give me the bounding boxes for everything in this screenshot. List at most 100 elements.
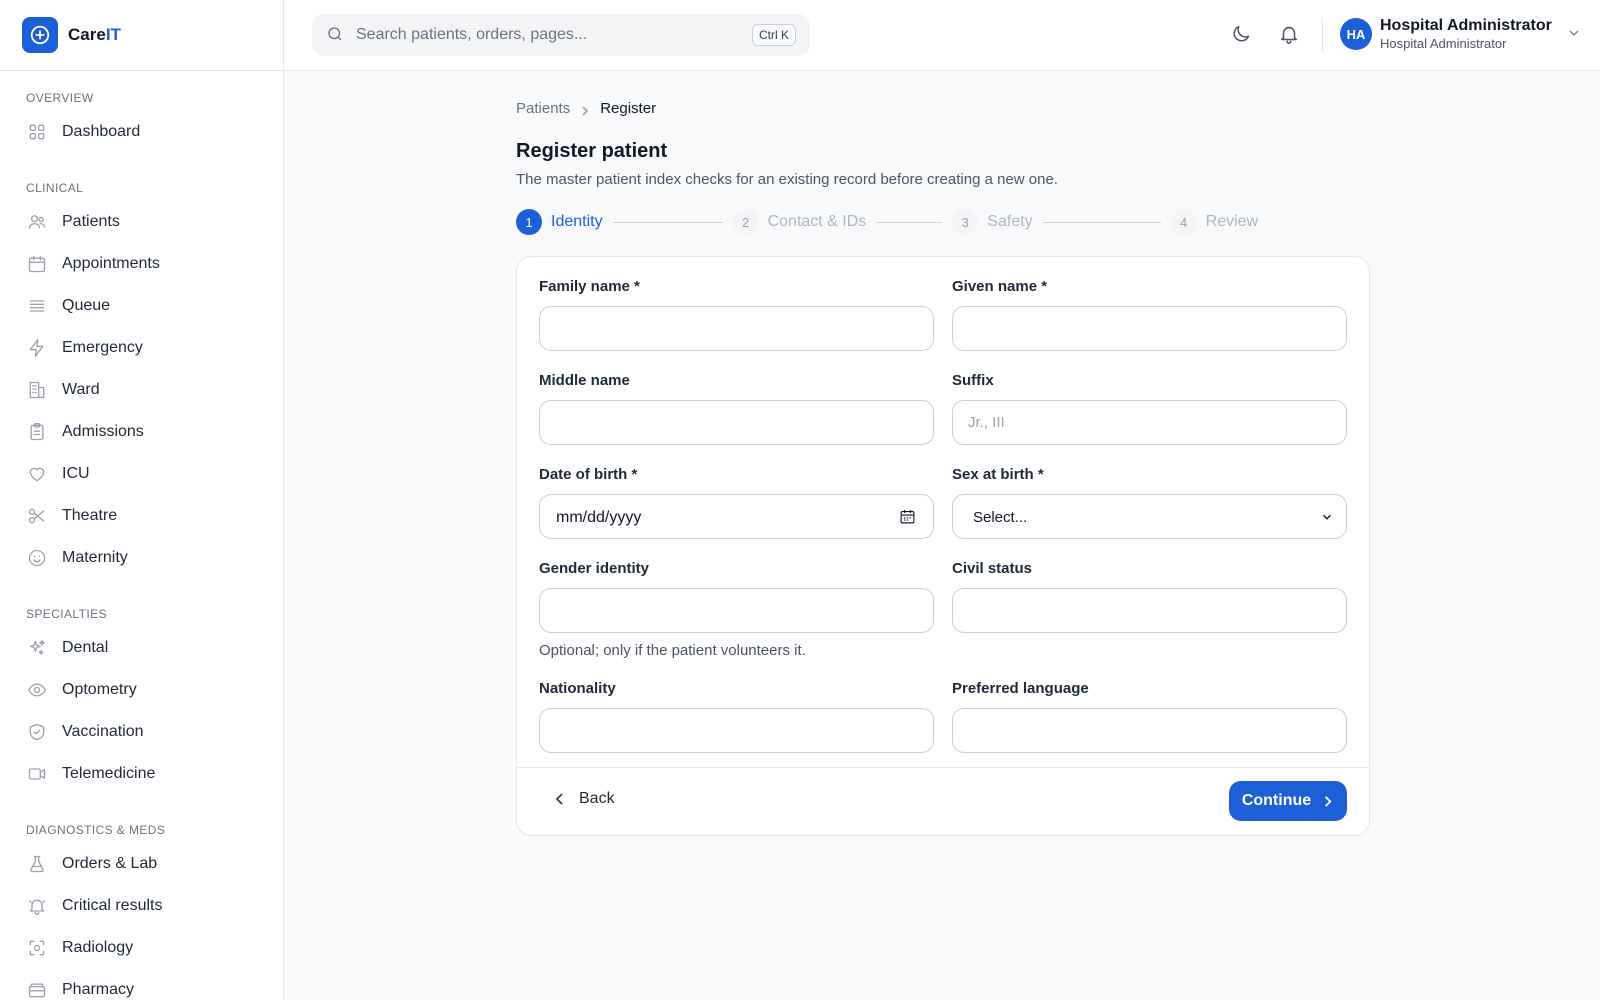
sidebar-item-queue[interactable]: Queue: [0, 285, 283, 327]
step-safety[interactable]: 3 Safety: [952, 209, 1033, 235]
middle-name-label: Middle name: [539, 372, 630, 389]
sidebar-item-optometry[interactable]: Optometry: [0, 669, 283, 711]
sidebar-item-critical-results[interactable]: Critical results: [0, 885, 283, 927]
middle-name-input[interactable]: [539, 400, 934, 445]
sidebar-item-ward[interactable]: Ward: [0, 369, 283, 411]
chevron-left-icon: [555, 793, 563, 805]
preferred-language-input[interactable]: [952, 708, 1347, 753]
step-label: Contact & IDs: [767, 213, 867, 230]
chevron-right-icon: [1325, 795, 1332, 807]
sidebar-item-label: Optometry: [62, 681, 137, 698]
sidebar-item-label: ICU: [62, 465, 90, 482]
sidebar-item-label: Admissions: [62, 423, 144, 440]
bell-icon[interactable]: [1278, 23, 1302, 47]
heart-icon: [26, 463, 48, 485]
search-box[interactable]: Ctrl K: [312, 14, 810, 56]
sidebar-item-label: Ward: [62, 381, 100, 398]
calendar-icon[interactable]: [899, 508, 917, 526]
gender-identity-hint: Optional; only if the patient volunteers…: [539, 642, 806, 659]
sidebar-item-label: Emergency: [62, 339, 143, 356]
sidebar-item-label: Maternity: [62, 549, 128, 566]
breadcrumb: Patients Register: [516, 96, 1370, 120]
dob-input[interactable]: mm/dd/yyyy: [539, 494, 934, 539]
step-number: 2: [732, 209, 759, 235]
sidebar-item-patients[interactable]: Patients: [0, 201, 283, 243]
sidebar-item-label: Pharmacy: [62, 981, 135, 998]
sidebar-nav: OVERVIEW Dashboard CLINICAL Patients App…: [0, 71, 283, 1000]
suffix-field: Suffix: [952, 371, 1347, 445]
sidebar-item-pharmacy[interactable]: Pharmacy: [0, 969, 283, 1000]
breadcrumb-patients[interactable]: Patients: [516, 100, 570, 117]
back-button[interactable]: Back: [553, 790, 615, 808]
page-subtitle: The master patient index checks for an e…: [516, 171, 1058, 188]
scissors-icon: [26, 505, 48, 527]
list-icon: [26, 295, 48, 317]
preferred-language-field: Preferred language: [952, 679, 1347, 753]
sidebar-item-label: Telemedicine: [62, 765, 156, 782]
step-connector: [876, 221, 943, 223]
suffix-input[interactable]: [952, 400, 1347, 445]
family-name-input[interactable]: [539, 306, 934, 351]
bolt-icon: [26, 337, 48, 359]
sidebar-item-dental[interactable]: Dental: [0, 627, 283, 669]
middle-name-field: Middle name: [539, 371, 934, 445]
step-contact-ids[interactable]: 2 Contact & IDs: [732, 209, 867, 235]
sidebar-item-dashboard[interactable]: Dashboard: [0, 111, 283, 153]
video-icon: [26, 763, 48, 785]
gender-identity-label: Gender identity: [539, 560, 650, 577]
step-number: 1: [516, 209, 542, 235]
given-name-input[interactable]: [952, 306, 1347, 351]
sidebar-item-emergency[interactable]: Emergency: [0, 327, 283, 369]
sidebar-item-label: Dental: [62, 639, 109, 656]
gender-identity-field: Gender identity Optional; only if the pa…: [539, 559, 934, 659]
sidebar-item-telemedicine[interactable]: Telemedicine: [0, 753, 283, 795]
sidebar-item-appointments[interactable]: Appointments: [0, 243, 283, 285]
sidebar-item-label: Appointments: [62, 255, 160, 272]
step-review[interactable]: 4 Review: [1170, 209, 1258, 235]
step-connector: [1042, 221, 1161, 223]
step-label: Safety: [987, 213, 1033, 230]
calendar-icon: [26, 253, 48, 275]
sidebar-item-label: Critical results: [62, 897, 163, 914]
sidebar-item-admissions[interactable]: Admissions: [0, 411, 283, 453]
moon-icon[interactable]: [1230, 23, 1254, 47]
step-number: 4: [1170, 209, 1197, 235]
sidebar-item-label: Radiology: [62, 939, 134, 956]
avatar: HA: [1340, 18, 1372, 50]
nationality-label: Nationality: [539, 680, 616, 697]
sidebar-item-maternity[interactable]: Maternity: [0, 537, 283, 579]
nav-section-title: CLINICAL: [26, 181, 84, 195]
user-menu[interactable]: HA Hospital Administrator Hospital Admin…: [1340, 16, 1584, 52]
family-name-field: Family name *: [539, 277, 934, 351]
search-input[interactable]: [356, 26, 736, 44]
chevron-down-icon: [1566, 25, 1584, 43]
sidebar-item-label: Theatre: [62, 507, 118, 524]
given-name-label: Given name *: [952, 278, 1048, 295]
sidebar-item-theatre[interactable]: Theatre: [0, 495, 283, 537]
continue-button[interactable]: Continue: [1229, 781, 1347, 821]
sex-select[interactable]: Select...: [952, 494, 1347, 539]
pill-box-icon: [26, 979, 48, 1000]
sidebar-item-orders-lab[interactable]: Orders & Lab: [0, 843, 283, 885]
scan-icon: [26, 937, 48, 959]
step-identity[interactable]: 1 Identity: [516, 209, 603, 235]
nav-section-title: DIAGNOSTICS & MEDS: [26, 823, 166, 837]
brand[interactable]: CareIT: [0, 0, 283, 71]
nationality-input[interactable]: [539, 708, 934, 753]
gender-identity-input[interactable]: [539, 588, 934, 633]
step-number: 3: [952, 209, 979, 235]
divider: [1322, 18, 1323, 52]
bell-alert-icon: [26, 895, 48, 917]
civil-status-input[interactable]: [952, 588, 1347, 633]
shield-check-icon: [26, 721, 48, 743]
sparkles-icon: [26, 637, 48, 659]
sidebar-item-icu[interactable]: ICU: [0, 453, 283, 495]
flask-icon: [26, 853, 48, 875]
sidebar-item-label: Vaccination: [62, 723, 144, 740]
sidebar-item-vaccination[interactable]: Vaccination: [0, 711, 283, 753]
shortcut-badge: Ctrl K: [752, 24, 796, 46]
sidebar-item-radiology[interactable]: Radiology: [0, 927, 283, 969]
sex-label: Sex at birth *: [952, 466, 1044, 483]
sidebar-item-label: Queue: [62, 297, 111, 314]
sidebar-item-label: Dashboard: [62, 123, 141, 140]
